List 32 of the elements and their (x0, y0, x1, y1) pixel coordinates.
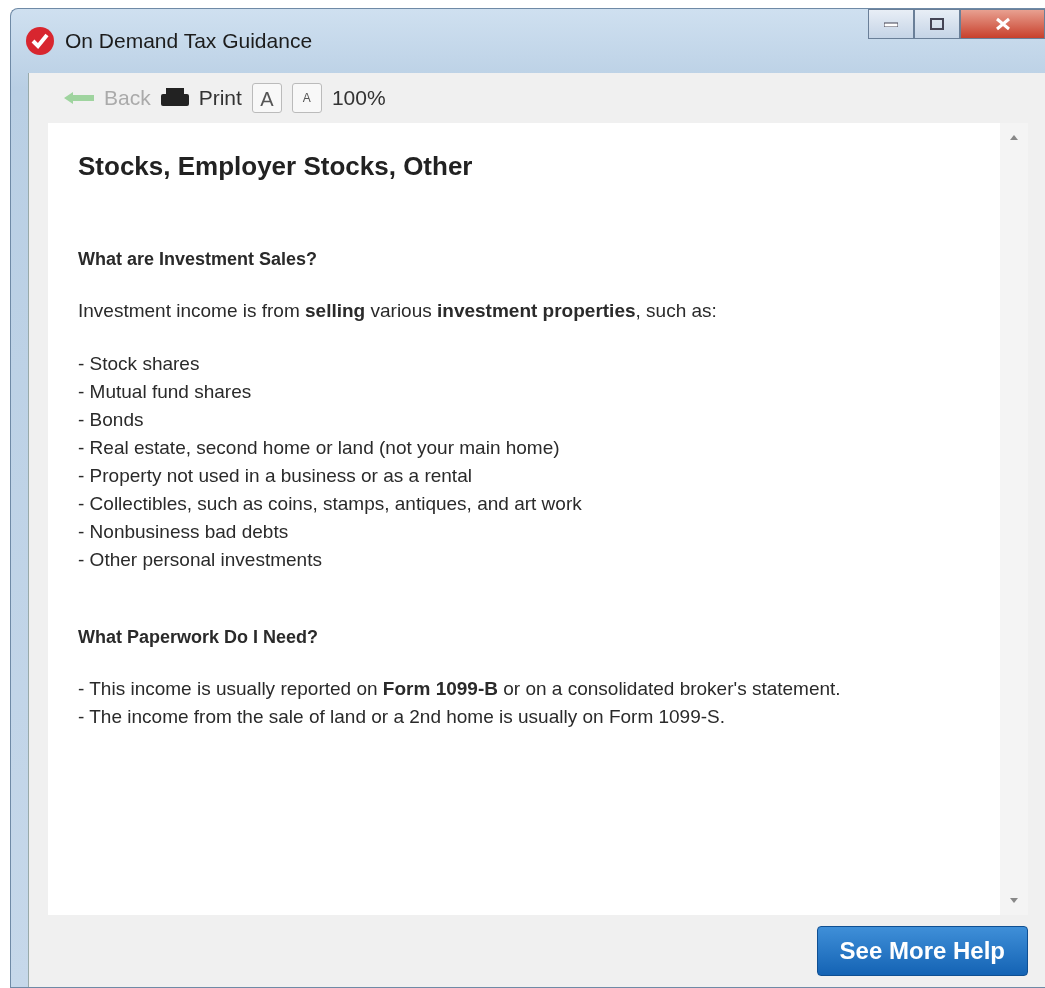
smaller-text-button[interactable]: A (291, 83, 322, 113)
checkmark-logo-icon (25, 26, 55, 56)
section-heading: What are Investment Sales? (78, 248, 319, 272)
list-line: - Nonbusiness bad debts (78, 519, 290, 544)
list-line: - Bonds (78, 407, 145, 432)
close-icon (994, 17, 1011, 31)
list-line: - Other personal investments (78, 547, 323, 572)
back-arrow-icon (64, 91, 94, 105)
window-title: On Demand Tax Guidance (65, 28, 313, 55)
list-line: - Real estate, second home or land (not your main home) (78, 435, 561, 460)
maximize-button[interactable] (914, 9, 960, 39)
maximize-icon (930, 18, 944, 30)
larger-text-button[interactable]: A (251, 83, 282, 113)
scrollbar[interactable] (1000, 123, 1028, 915)
section-heading: What Paperwork Do I Need? (78, 625, 320, 649)
intro-paragraph: Investment income is from selling various investment properties, such as: (78, 299, 718, 324)
list-line: - The income from the sale of land or a 2nd home is usually on Form 1099-S. (78, 704, 727, 729)
minimize-button[interactable] (868, 9, 914, 39)
see-more-help-button[interactable]: See More Help (816, 926, 1028, 976)
list-line: - Mutual fund shares (78, 379, 253, 404)
list-line: - Stock shares (78, 351, 201, 376)
print-button[interactable]: Print (198, 82, 242, 114)
zoom-level: 100% (331, 85, 386, 112)
list-line: - Property not used in a business or as a rental (78, 463, 473, 488)
scroll-down-icon[interactable] (1010, 898, 1018, 903)
list-line: - This income is usually reported on Form 1099-B or on a consolidated broker's statement. (78, 676, 842, 701)
close-button[interactable] (960, 9, 1045, 39)
list-line: - Collectibles, such as coins, stamps, antiques, and art work (78, 491, 583, 516)
scroll-up-icon[interactable] (1010, 135, 1018, 140)
article-title: Stocks, Employer Stocks, Other (78, 151, 474, 183)
printer-icon (160, 88, 189, 108)
minimize-icon (884, 21, 898, 27)
